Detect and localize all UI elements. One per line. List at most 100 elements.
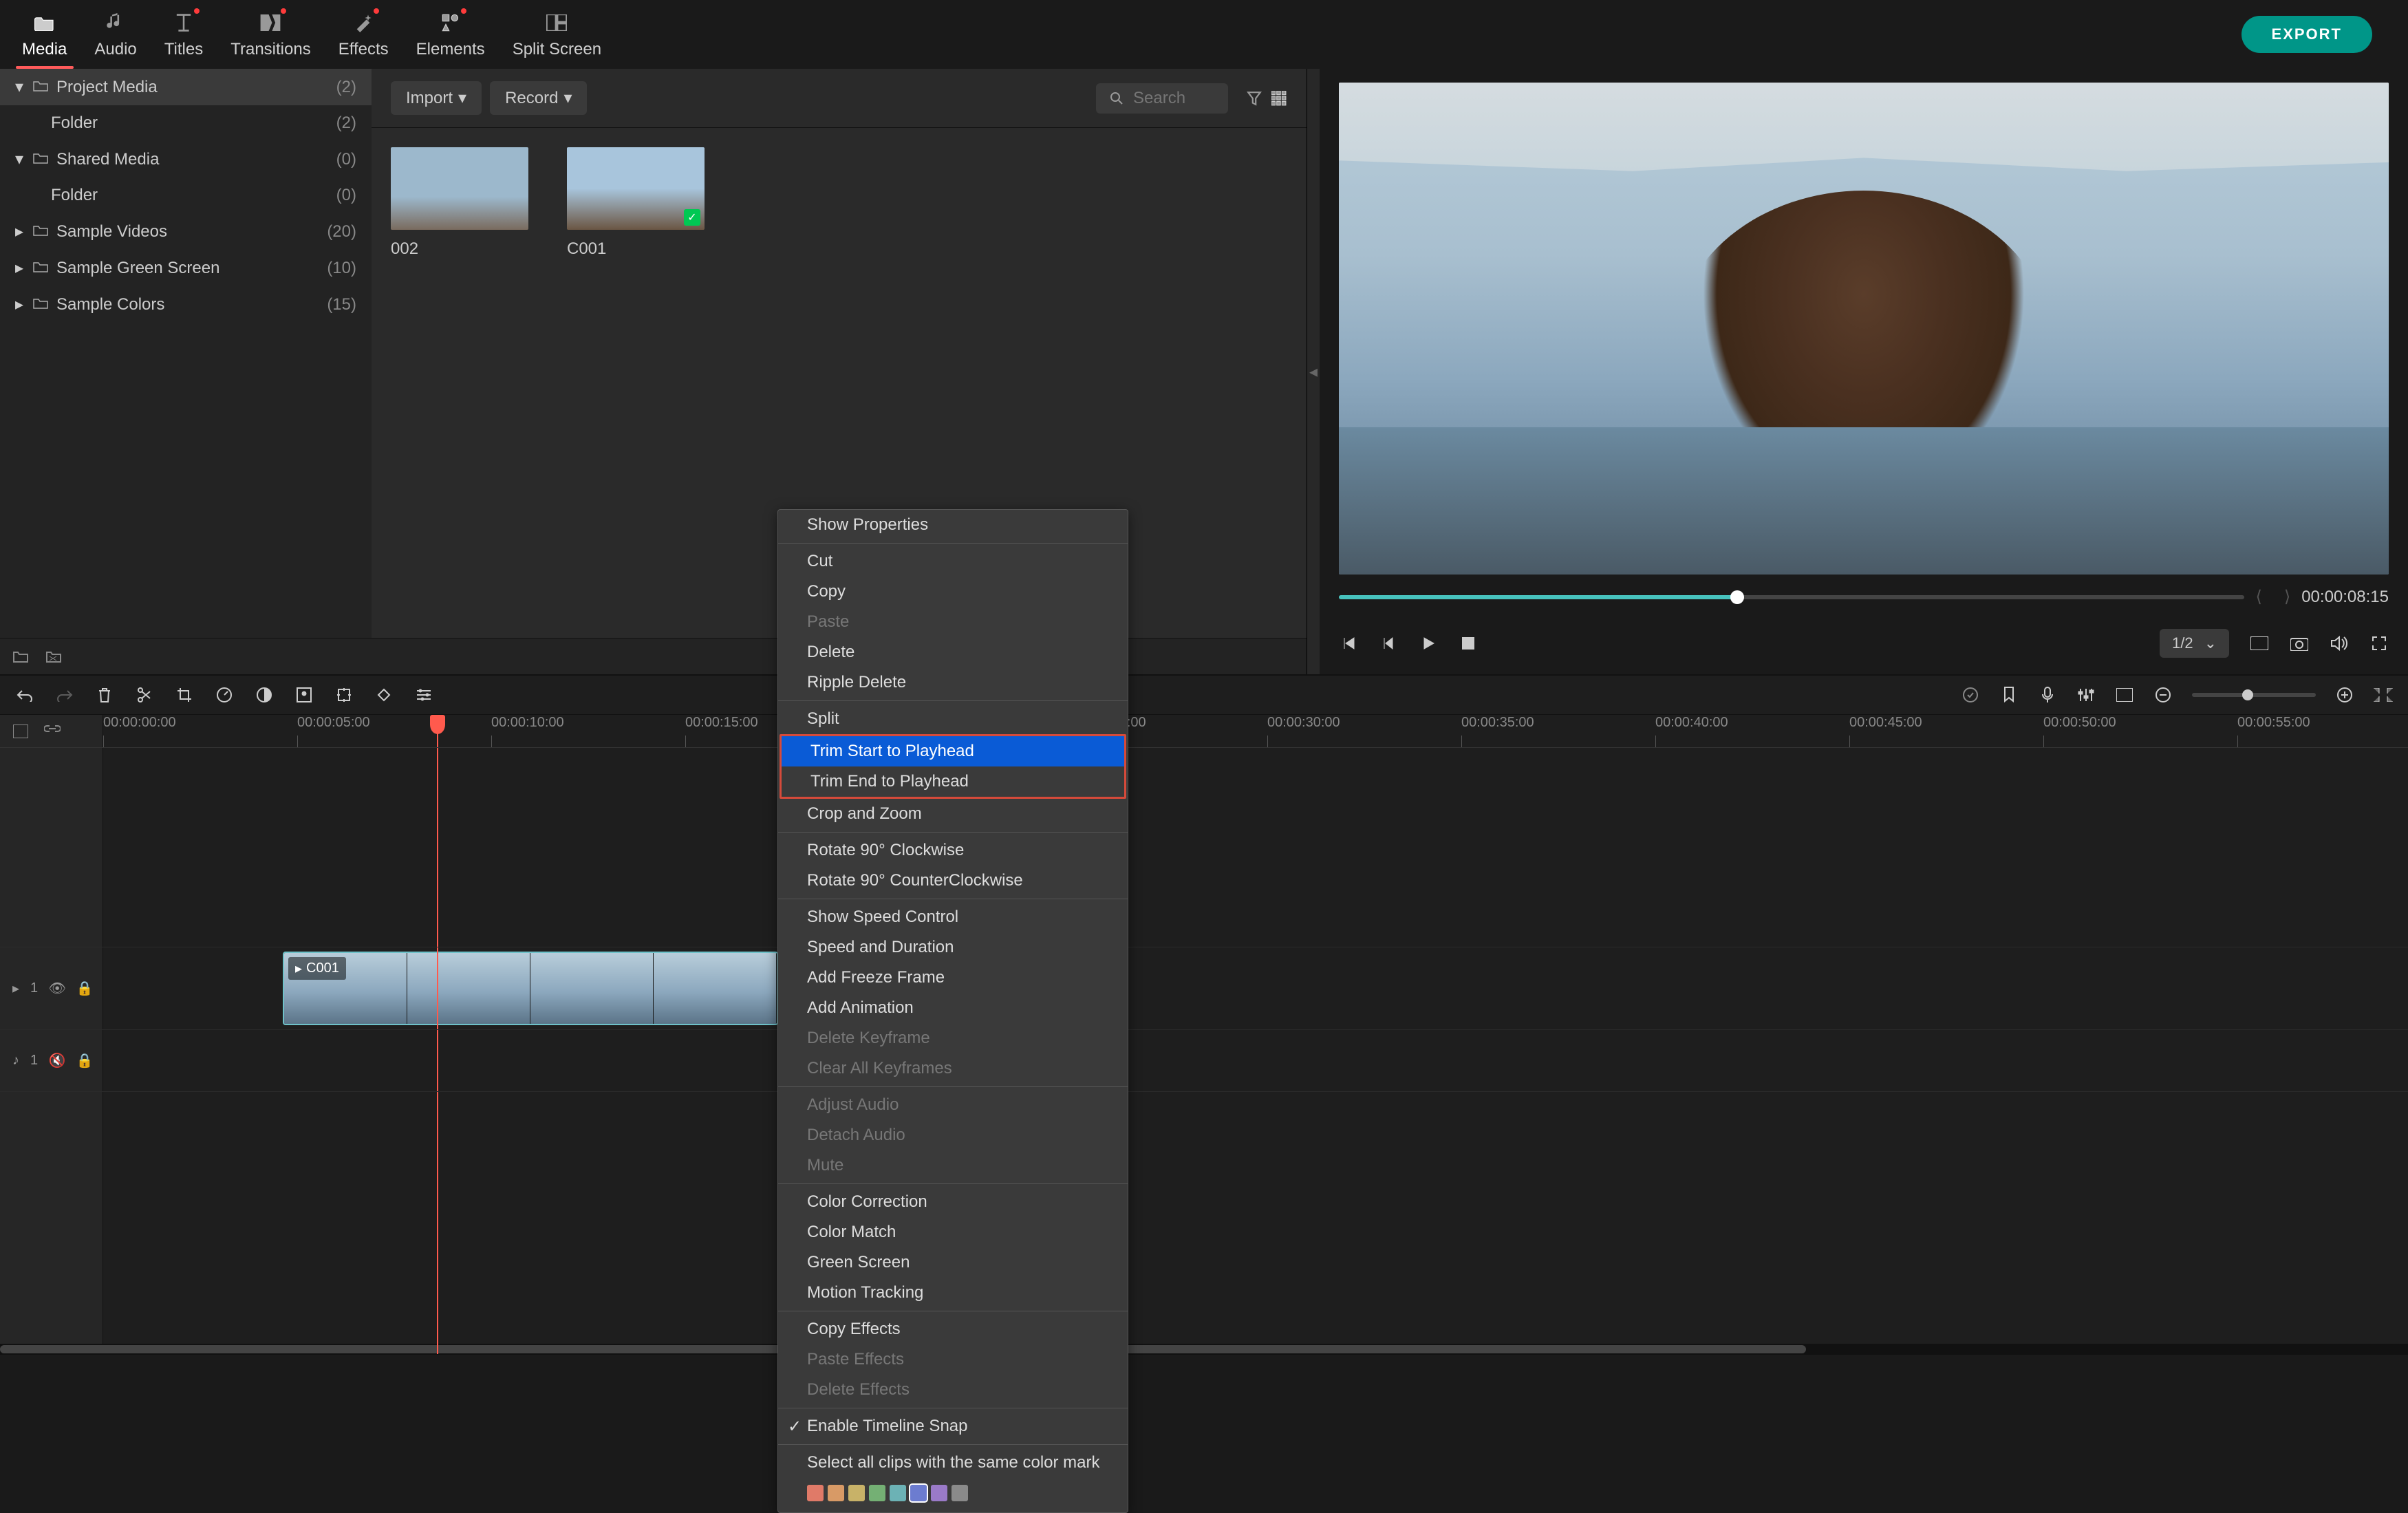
crop-icon[interactable] [175,685,194,705]
timeline-zoom-slider[interactable] [2192,693,2316,697]
timeline-scrollbar[interactable] [0,1344,2408,1355]
color-swatch[interactable] [848,1485,865,1501]
ctx-cut[interactable]: Cut [778,546,1128,577]
prev-clip-icon[interactable] [1339,634,1358,653]
export-button[interactable]: EXPORT [2242,16,2372,53]
zoom-fit-icon[interactable] [2374,685,2393,705]
ctx-ripple-delete[interactable]: Ripple Delete [778,667,1128,698]
new-folder-icon[interactable] [12,648,29,665]
scrub-handle[interactable] [1730,590,1744,604]
video-track-body[interactable]: ▸C001 [103,947,2408,1029]
keyframe-icon[interactable] [374,685,394,705]
tree-toggle-icon[interactable]: ▾ [15,77,25,97]
color-swatch[interactable] [828,1485,844,1501]
ctx-motion-tracking[interactable]: Motion Tracking [778,1278,1128,1308]
link-tracks-icon[interactable] [44,723,61,740]
tree-toggle-icon[interactable]: ▾ [15,149,25,169]
render-icon[interactable] [2115,685,2134,705]
ctx-trim-end[interactable]: Trim End to Playhead [782,766,1124,797]
tree-item-sample-videos[interactable]: ▸Sample Videos(20) [0,213,372,250]
tree-item-folder[interactable]: Folder(0) [0,178,372,213]
color-swatch[interactable] [869,1485,885,1501]
tree-item-project-media[interactable]: ▾Project Media(2) [0,69,372,105]
zoom-out-icon[interactable] [2153,685,2173,705]
tab-elements[interactable]: Elements [402,3,499,69]
ctx-show-speed[interactable]: Show Speed Control [778,902,1128,932]
record-button[interactable]: Record▾ [490,81,587,115]
settings-icon[interactable] [414,685,433,705]
step-back-icon[interactable] [1379,634,1398,653]
import-button[interactable]: Import▾ [391,81,482,115]
snapshot-icon[interactable] [2290,634,2309,653]
play-icon[interactable] [1419,634,1438,653]
redo-icon[interactable] [55,685,74,705]
scrub-track[interactable] [1339,595,2244,599]
tree-item-shared-media[interactable]: ▾Shared Media(0) [0,141,372,178]
tree-toggle-icon[interactable]: ▸ [15,258,25,278]
ctx-color-match[interactable]: Color Match [778,1217,1128,1247]
panel-collapse-handle[interactable]: ◂ [1307,69,1320,674]
tab-effects[interactable]: Effects [325,3,402,69]
track-settings-icon[interactable] [12,723,29,740]
split-icon[interactable] [135,685,154,705]
ctx-copy-effects[interactable]: Copy Effects [778,1314,1128,1344]
auto-ripple-icon[interactable] [1961,685,1980,705]
tab-split-screen[interactable]: Split Screen [499,3,615,69]
ctx-green-screen[interactable]: Green Screen [778,1247,1128,1278]
marker-icon[interactable] [1999,685,2019,705]
frame-next-icon[interactable]: ⟩ [2273,587,2301,607]
speed-icon[interactable] [215,685,234,705]
color-icon[interactable] [255,685,274,705]
clip-thumb-c001[interactable]: ✓C001 [567,147,705,259]
ctx-rotate-ccw[interactable]: Rotate 90° CounterClockwise [778,866,1128,896]
color-swatch[interactable] [952,1485,968,1501]
ctx-delete[interactable]: Delete [778,637,1128,667]
motion-track-icon[interactable] [334,685,354,705]
delete-icon[interactable] [95,685,114,705]
visibility-icon[interactable]: 👁 [49,980,65,997]
undo-icon[interactable] [15,685,34,705]
ctx-crop-zoom[interactable]: Crop and Zoom [778,799,1128,829]
tab-audio[interactable]: Audio [80,3,150,69]
lock-icon[interactable]: 🔒 [76,1053,93,1069]
preview-canvas[interactable] [1339,83,2389,575]
preview-scale-dropdown[interactable]: 1/2⌄ [2160,629,2229,658]
tree-item-sample-colors[interactable]: ▸Sample Colors(15) [0,286,372,323]
tab-media[interactable]: Media [8,3,80,69]
ctx-select-color-mark[interactable]: Select all clips with the same color mar… [778,1448,1128,1478]
tab-titles[interactable]: Titles [151,3,217,69]
ctx-speed-duration[interactable]: Speed and Duration [778,932,1128,963]
tree-item-folder[interactable]: Folder(2) [0,105,372,141]
color-swatch[interactable] [931,1485,947,1501]
color-swatch[interactable] [890,1485,906,1501]
delete-folder-icon[interactable] [45,648,62,665]
track-body-empty[interactable] [103,1092,2408,1354]
ctx-color-correction[interactable]: Color Correction [778,1187,1128,1217]
search-input[interactable] [1133,89,1216,108]
volume-icon[interactable] [2330,634,2349,653]
ctx-add-animation[interactable]: Add Animation [778,993,1128,1023]
ctx-freeze-frame[interactable]: Add Freeze Frame [778,963,1128,993]
zoom-in-icon[interactable] [2335,685,2354,705]
color-swatch[interactable] [910,1485,927,1501]
quality-dropdown-icon[interactable] [2250,634,2269,653]
voiceover-icon[interactable] [2038,685,2057,705]
grid-view-icon[interactable] [1271,90,1287,107]
stop-icon[interactable] [1459,634,1478,653]
timeline-clip-c001[interactable]: ▸C001 [283,952,778,1025]
audio-track-body[interactable] [103,1030,2408,1091]
fullscreen-icon[interactable] [2369,634,2389,653]
ctx-show-properties[interactable]: Show Properties [778,510,1128,540]
mute-icon[interactable]: 🔇 [49,1053,65,1069]
green-screen-icon[interactable] [294,685,314,705]
frame-prev-icon[interactable]: ⟨ [2244,587,2272,607]
ctx-split[interactable]: Split [778,704,1128,734]
ctx-rotate-cw[interactable]: Rotate 90° Clockwise [778,835,1128,866]
ctx-copy[interactable]: Copy [778,577,1128,607]
color-swatch[interactable] [807,1485,824,1501]
tab-transitions[interactable]: Transitions [217,3,324,69]
tree-toggle-icon[interactable]: ▸ [15,294,25,314]
tree-toggle-icon[interactable]: ▸ [15,222,25,242]
track-body-empty[interactable] [103,748,2408,947]
ctx-enable-snap[interactable]: ✓Enable Timeline Snap [778,1411,1128,1441]
